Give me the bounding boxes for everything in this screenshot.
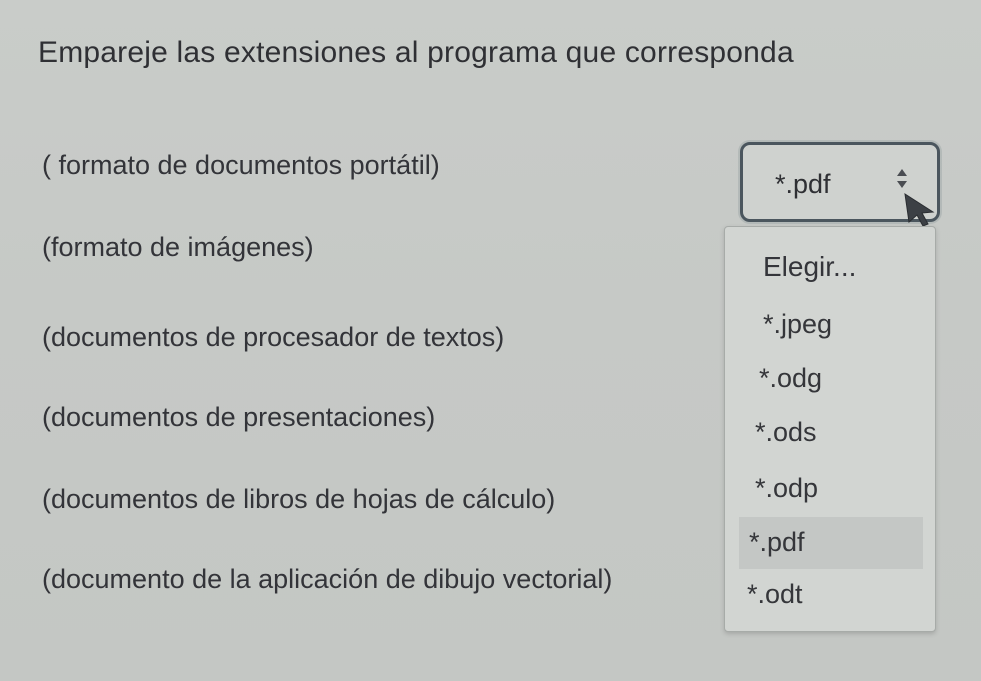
option-ods[interactable]: *.ods bbox=[755, 417, 817, 448]
option-odg[interactable]: *.odg bbox=[759, 363, 822, 394]
item-label-presentations: (documentos de presentaciones) bbox=[42, 402, 436, 432]
item-label-word-processor: (documentos de procesador de textos) bbox=[42, 322, 505, 352]
mouse-pointer-icon bbox=[904, 192, 935, 227]
item-label-vector-drawing: (documento de la aplicación de dibujo ve… bbox=[42, 564, 613, 594]
dropdown-list[interactable]: Elegir... *.jpeg *.odg *.ods *.odp *.pdf… bbox=[724, 226, 936, 632]
option-jpeg[interactable]: *.jpeg bbox=[763, 309, 832, 340]
item-label-image-format: (formato de imágenes) bbox=[42, 232, 314, 262]
option-odp[interactable]: *.odp bbox=[755, 473, 818, 504]
option-odt[interactable]: *.odt bbox=[747, 579, 803, 610]
item-label-portable-document: ( formato de documentos portátil) bbox=[42, 150, 440, 180]
option-pdf[interactable]: *.pdf bbox=[749, 527, 805, 558]
sort-arrows-icon bbox=[897, 169, 907, 188]
option-elegir[interactable]: Elegir... bbox=[763, 251, 856, 283]
select-current-value: *.pdf bbox=[775, 169, 831, 199]
item-label-spreadsheets: (documentos de libros de hojas de cálcul… bbox=[42, 484, 556, 514]
question-title: Empareje las extensiones al programa que… bbox=[38, 36, 794, 69]
